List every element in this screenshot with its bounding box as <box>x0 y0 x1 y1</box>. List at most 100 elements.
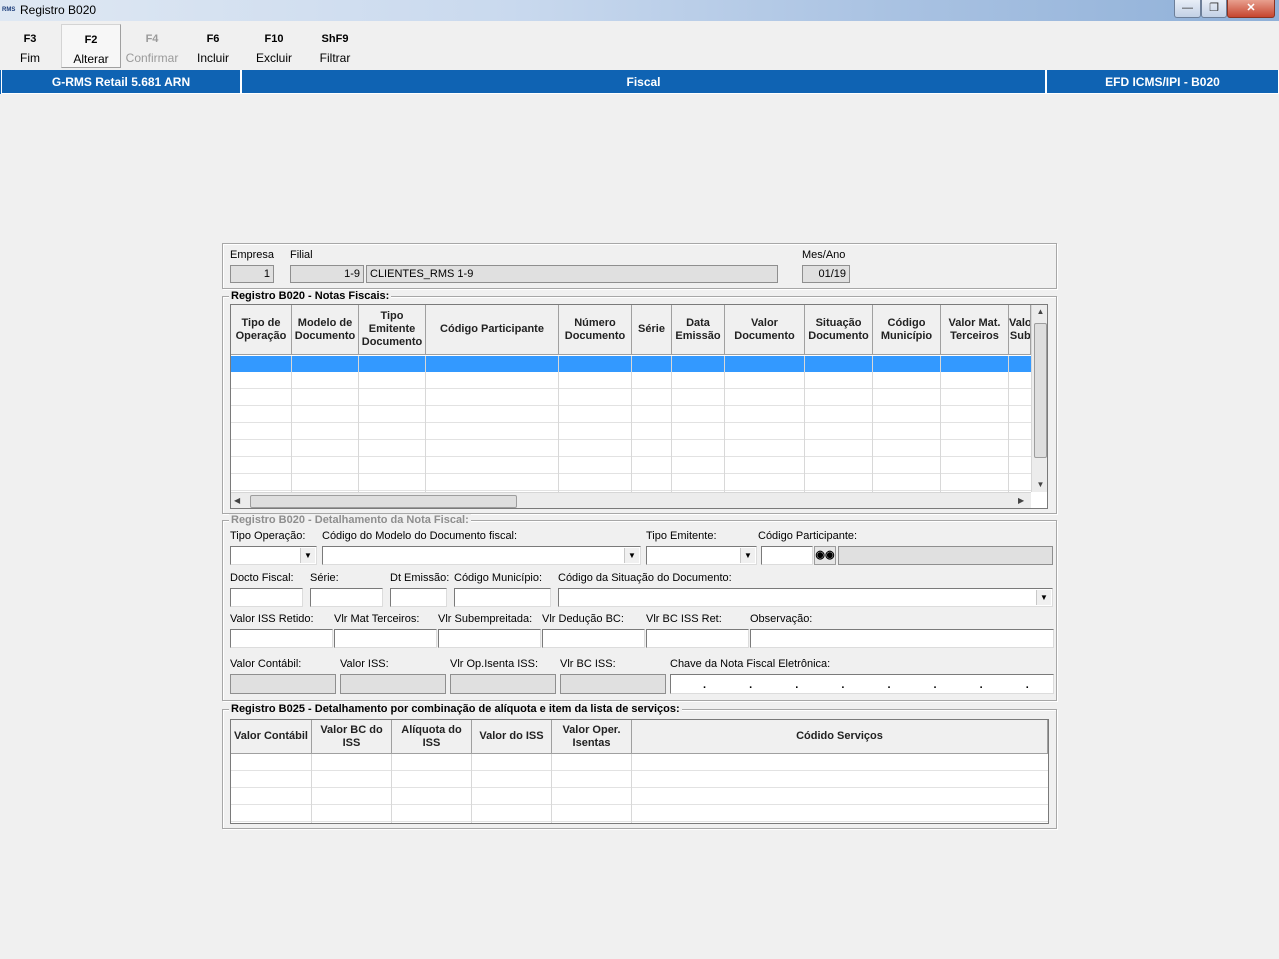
grid-column <box>941 356 1009 492</box>
close-icon: ✕ <box>1246 2 1256 14</box>
codigo-municipio-input[interactable] <box>454 588 551 607</box>
grid-column <box>873 356 941 492</box>
grid-column <box>672 356 725 492</box>
toolbar-confirmar-button[interactable]: F4 Confirmar <box>122 24 182 68</box>
dt-emissao-input[interactable] <box>390 588 447 607</box>
column-header[interactable]: Código Município <box>873 305 941 355</box>
toolbar-filtrar-button[interactable]: ShF9 Filtrar <box>305 24 365 68</box>
search-button[interactable]: ◉◉ <box>814 546 836 565</box>
empresa-field[interactable]: 1 <box>230 265 274 283</box>
column-header[interactable]: Número Documento <box>559 305 632 355</box>
grid-column <box>312 754 392 823</box>
chevron-down-icon[interactable]: ▼ <box>300 548 315 563</box>
mesano-field[interactable]: 01/19 <box>802 265 850 283</box>
column-header[interactable]: Valor do ISS <box>472 720 552 754</box>
scroll-thumb[interactable] <box>1034 323 1047 458</box>
grid-column <box>552 754 632 823</box>
maximize-button[interactable]: ❐ <box>1201 0 1227 18</box>
grid-column <box>426 356 559 492</box>
observacao-input[interactable] <box>750 629 1054 648</box>
serie-input[interactable] <box>310 588 383 607</box>
vlr-deducao-bc-label: Vlr Dedução BC: <box>542 613 624 625</box>
valor-iss-retido-input[interactable] <box>230 629 333 648</box>
codigo-participante-input[interactable] <box>761 546 813 565</box>
vlr-subempreitada-input[interactable] <box>438 629 541 648</box>
scroll-left-icon[interactable]: ◀ <box>234 496 240 505</box>
vertical-scrollbar[interactable]: ▲ ▼ <box>1031 305 1047 492</box>
filial-code-field[interactable]: 1-9 <box>290 265 364 283</box>
codigo-situacao-select[interactable]: ▼ <box>558 588 1053 607</box>
toolbar-fim-button[interactable]: F3 Fim <box>0 24 60 68</box>
column-header[interactable]: Série <box>632 305 672 355</box>
minimize-button[interactable]: — <box>1174 0 1201 18</box>
mesano-label: Mes/Ano <box>802 249 846 261</box>
column-header[interactable]: Valor BC do ISS <box>312 720 392 754</box>
scroll-down-icon[interactable]: ▼ <box>1032 480 1047 489</box>
toolbar-key: F6 <box>206 33 220 45</box>
column-header[interactable]: Data Emissão <box>672 305 725 355</box>
b025-grid[interactable]: Valor Contábil Valor BC do ISS Alíquota … <box>230 719 1049 824</box>
vlr-mat-terceiros-input[interactable] <box>334 629 437 648</box>
column-header[interactable]: Valor Documento <box>725 305 805 355</box>
scroll-thumb[interactable] <box>250 495 517 508</box>
vlr-bc-iss-ret-input[interactable] <box>646 629 749 648</box>
column-header[interactable]: Códido Serviços <box>632 720 1048 754</box>
close-button[interactable]: ✕ <box>1227 0 1275 18</box>
toolbar-excluir-button[interactable]: F10 Excluir <box>244 24 304 68</box>
column-header[interactable]: Tipo de Operação <box>231 305 292 355</box>
column-header[interactable]: Valor Mat. Terceiros <box>941 305 1009 355</box>
docto-fiscal-input[interactable] <box>230 588 303 607</box>
tipo-emitente-label: Tipo Emitente: <box>646 530 717 542</box>
tipo-operacao-label: Tipo Operação: <box>230 530 306 542</box>
binoculars-icon: ◉◉ <box>815 549 835 561</box>
tipo-operacao-select[interactable]: ▼ <box>230 546 317 565</box>
empresa-label: Empresa <box>230 249 275 261</box>
codigo-modelo-label: Código do Modelo do Documento fiscal: <box>322 530 518 542</box>
grid-column <box>231 356 292 492</box>
scroll-up-icon[interactable]: ▲ <box>1032 307 1047 316</box>
column-header[interactable]: Modelo de Documento <box>292 305 359 355</box>
b025-title: Registro B025 - Detalhamento por combina… <box>229 703 682 715</box>
column-header[interactable]: Código Participante <box>426 305 559 355</box>
chevron-down-icon[interactable]: ▼ <box>740 548 755 563</box>
header-system: G-RMS Retail 5.681 ARN <box>1 70 241 94</box>
grid-column <box>725 356 805 492</box>
toolbar-label: Fim <box>20 51 40 65</box>
toolbar-label: Incluir <box>196 51 229 65</box>
horizontal-scrollbar[interactable]: ◀ ▶ <box>231 492 1031 508</box>
toolbar-alterar-button[interactable]: F2 Alterar <box>61 24 121 68</box>
toolbar-incluir-button[interactable]: F6 Incluir <box>183 24 243 68</box>
column-header[interactable]: Tipo Emitente Documento <box>359 305 426 355</box>
column-header[interactable]: Situação Documento <box>805 305 873 355</box>
chevron-down-icon[interactable]: ▼ <box>1036 590 1051 605</box>
vlr-bc-iss-field <box>560 674 666 694</box>
column-header[interactable]: Valor Contábil <box>231 720 312 754</box>
app-icon: RMS <box>2 7 16 13</box>
tipo-emitente-select[interactable]: ▼ <box>646 546 757 565</box>
grid-column <box>805 356 873 492</box>
vlr-deducao-bc-input[interactable] <box>542 629 645 648</box>
valor-contabil-field <box>230 674 336 694</box>
chevron-down-icon[interactable]: ▼ <box>624 548 639 563</box>
valor-iss-field <box>340 674 446 694</box>
column-header[interactable]: Valor Oper. Isentas <box>552 720 632 754</box>
notas-fiscais-grid[interactable]: Tipo de Operação Modelo de Documento Tip… <box>230 304 1048 509</box>
header-module: Fiscal <box>241 70 1046 94</box>
vlr-bc-iss-label: Vlr BC ISS: <box>560 658 616 670</box>
participante-name-field <box>838 546 1053 565</box>
column-header[interactable]: Valo Sub <box>1009 305 1031 355</box>
toolbar-label: Excluir <box>255 51 292 65</box>
vlr-op-isenta-iss-field <box>450 674 556 694</box>
scroll-right-icon[interactable]: ▶ <box>1018 496 1024 505</box>
codigo-municipio-label: Código Município: <box>454 572 543 584</box>
chave-nfe-input[interactable]: . . . . . . . . . . <box>670 674 1054 694</box>
column-header[interactable]: Alíquota do ISS <box>392 720 472 754</box>
title-bar <box>0 0 1279 21</box>
chave-nfe-label: Chave da Nota Fiscal Eletrônica: <box>670 658 831 670</box>
grid-column <box>472 754 552 823</box>
toolbar-key: F3 <box>23 33 37 45</box>
codigo-modelo-select[interactable]: ▼ <box>322 546 641 565</box>
grid-column <box>559 356 632 492</box>
observacao-label: Observação: <box>750 613 813 625</box>
vlr-op-isenta-iss-label: Vlr Op.Isenta ISS: <box>450 658 539 670</box>
